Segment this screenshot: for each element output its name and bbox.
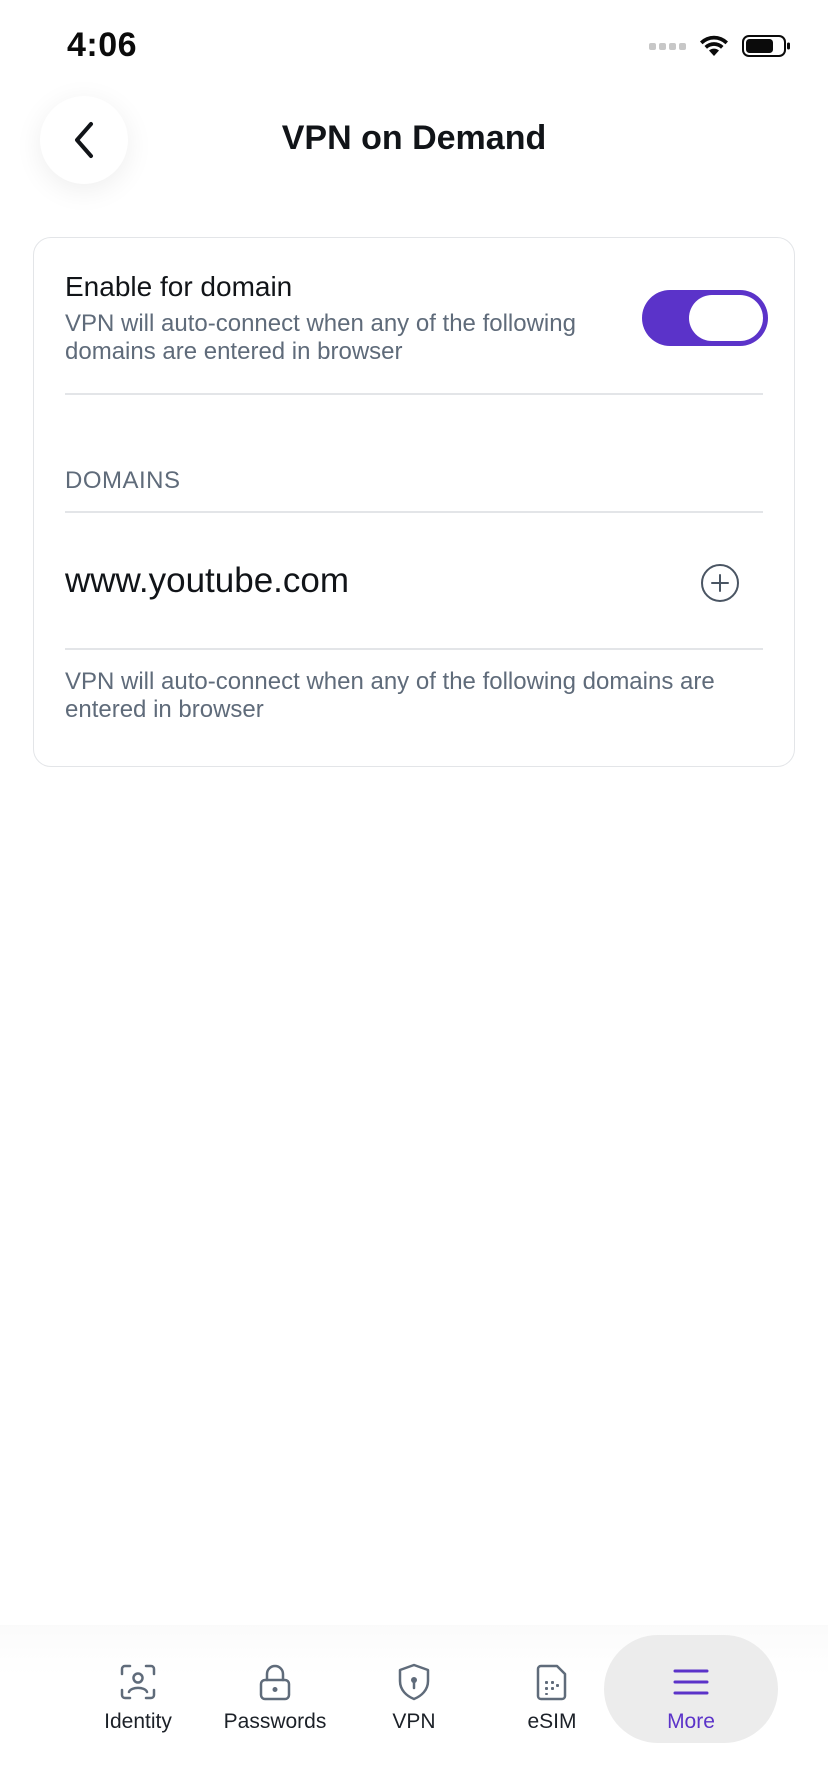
vpn-on-demand-card: Enable for domain VPN will auto-connect … [33, 237, 795, 767]
enable-for-domain-description: VPN will auto-connect when any of the fo… [65, 310, 576, 365]
nav-label: More [667, 1710, 715, 1733]
status-bar: 4:06 [0, 0, 828, 100]
page-title: VPN on Demand [281, 119, 547, 157]
domain-input[interactable]: www.youtube.com [65, 561, 349, 601]
bottom-nav: Identity Passwords VPN eSIM More [0, 1625, 828, 1792]
shield-icon [398, 1663, 430, 1701]
plus-circle-icon [701, 564, 739, 602]
nav-item-vpn[interactable]: VPN [345, 1635, 483, 1743]
cellular-signal-icon [649, 42, 686, 50]
toggle-knob [689, 295, 763, 341]
nav-label: Identity [104, 1710, 172, 1733]
sim-card-icon [536, 1664, 567, 1701]
divider [65, 648, 763, 650]
identity-scan-icon [120, 1664, 156, 1700]
domains-section-header: DOMAINS [65, 467, 181, 494]
nav-label: VPN [392, 1710, 436, 1733]
nav-label: Passwords [223, 1710, 327, 1733]
enable-for-domain-title: Enable for domain [65, 271, 293, 302]
nav-item-identity[interactable]: Identity [69, 1635, 207, 1743]
nav-item-esim[interactable]: eSIM [483, 1635, 621, 1743]
add-domain-button[interactable] [700, 563, 740, 603]
status-time: 4:06 [67, 26, 138, 64]
lock-icon [259, 1664, 291, 1701]
divider [65, 511, 763, 513]
divider [65, 393, 763, 395]
wifi-icon [700, 35, 728, 56]
nav-item-passwords[interactable]: Passwords [206, 1635, 344, 1743]
nav-label: eSIM [527, 1710, 577, 1733]
battery-icon [742, 35, 790, 57]
domains-note: VPN will auto-connect when any of the fo… [65, 668, 715, 723]
nav-item-more[interactable]: More [604, 1635, 778, 1743]
menu-icon [673, 1669, 709, 1695]
status-icons [649, 34, 792, 58]
enable-for-domain-toggle[interactable] [642, 290, 768, 346]
